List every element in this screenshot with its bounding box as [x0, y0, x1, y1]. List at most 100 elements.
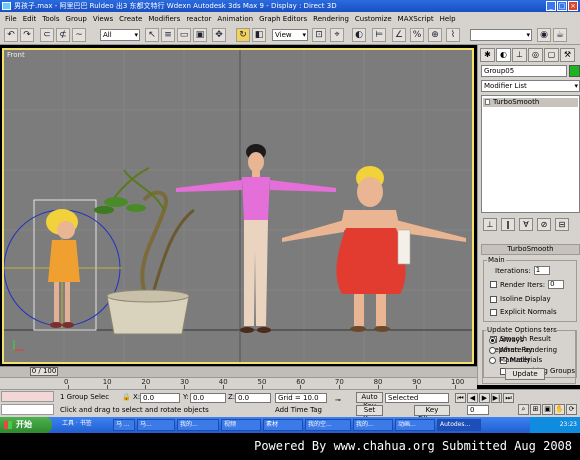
maxscript-listener-top[interactable]	[1, 391, 54, 402]
render-setup-icon[interactable]: ◉	[537, 28, 551, 42]
zoom-extents-icon[interactable]: ▣	[542, 404, 553, 415]
y-coordinate-field[interactable]: 0.0	[190, 393, 226, 403]
menu-views[interactable]: Views	[90, 15, 116, 23]
manually-radio[interactable]	[489, 356, 496, 364]
pivot-center-icon[interactable]: ⊡	[312, 28, 326, 42]
snaps-toggle-icon[interactable]: ∠	[392, 28, 406, 42]
modify-tab-icon[interactable]: ◐	[496, 48, 511, 62]
taskbar-item-4[interactable]: 视频	[221, 419, 261, 431]
taskbar-item-2[interactable]: 马...	[137, 419, 175, 431]
menu-reactor[interactable]: reactor	[183, 15, 214, 23]
pin-stack-icon[interactable]: ⊥	[483, 218, 497, 231]
stack-item-turbosmooth[interactable]: TurboSmooth	[483, 98, 578, 107]
create-tab-icon[interactable]: ✱	[480, 48, 495, 62]
modifier-on-icon[interactable]	[485, 99, 490, 105]
menu-maxscript[interactable]: MAXScript	[395, 15, 437, 23]
select-and-manipulate-icon[interactable]: ⌖	[330, 28, 344, 42]
motion-tab-icon[interactable]: ◎	[528, 48, 543, 62]
key-mode-dropdown[interactable]: Selected	[385, 393, 449, 403]
zoom-all-icon[interactable]: ⊞	[530, 404, 541, 415]
track-bar[interactable]	[0, 377, 477, 389]
menu-graph-editors[interactable]: Graph Editors	[256, 15, 310, 23]
select-by-name-icon[interactable]: ≡	[161, 28, 175, 42]
go-to-start-icon[interactable]: ⏮	[455, 393, 466, 403]
maximize-button[interactable]: □	[557, 1, 567, 11]
taskbar-item-6[interactable]: 我的空...	[305, 419, 351, 431]
modifier-list-dropdown[interactable]: Modifier List	[481, 80, 580, 92]
menu-help[interactable]: Help	[437, 15, 459, 23]
object-color-swatch[interactable]	[569, 65, 580, 77]
menu-edit[interactable]: Edit	[20, 15, 40, 23]
time-slider-thumb[interactable]: 0 / 100	[30, 367, 58, 376]
menu-animation[interactable]: Animation	[214, 15, 256, 23]
when-rendering-radio[interactable]	[489, 346, 496, 354]
start-button[interactable]: 开始	[0, 417, 52, 433]
always-radio[interactable]	[489, 336, 496, 344]
remove-modifier-icon[interactable]: ⊘	[537, 218, 551, 231]
current-frame-field[interactable]: 0	[467, 405, 489, 415]
clock[interactable]: 23:23	[560, 421, 577, 428]
set-key-button[interactable]: Set Key	[356, 405, 383, 423]
rectangular-selection-icon[interactable]: ▭	[177, 28, 191, 42]
hierarchy-tab-icon[interactable]: ⊥	[512, 48, 527, 62]
auto-key-button[interactable]: Auto Key	[356, 392, 383, 410]
explicit-normals-checkbox[interactable]	[490, 308, 497, 316]
taskbar-item-8[interactable]: 动画...	[395, 419, 435, 431]
render-iters-checkbox[interactable]	[490, 281, 497, 288]
arc-rotate-icon[interactable]: ⟳	[566, 404, 577, 415]
menu-create[interactable]: Create	[116, 15, 145, 23]
select-object-icon[interactable]: ↖	[145, 28, 159, 42]
align-icon[interactable]: ⊨	[372, 28, 386, 42]
select-and-move-icon[interactable]: ✥	[212, 28, 226, 42]
z-coordinate-field[interactable]: 0.0	[235, 393, 271, 403]
menu-modifiers[interactable]: Modifiers	[145, 15, 183, 23]
utilities-tab-icon[interactable]: ⚒	[560, 48, 575, 62]
menu-customize[interactable]: Customize	[352, 15, 395, 23]
zoom-icon[interactable]: ⌕	[518, 404, 529, 415]
link-icon[interactable]: ⊂	[40, 28, 54, 42]
angle-snap-icon[interactable]: %	[410, 28, 424, 42]
unlink-icon[interactable]: ⊄	[56, 28, 70, 42]
bind-space-warp-icon[interactable]: ~	[72, 28, 86, 42]
play-icon[interactable]: ▶	[479, 393, 490, 403]
toolbar-links[interactable]: 工具 · 书签	[60, 419, 110, 431]
display-tab-icon[interactable]: ▢	[544, 48, 559, 62]
time-slider-track[interactable]	[0, 366, 477, 377]
x-coordinate-field[interactable]: 0.0	[140, 393, 180, 403]
quick-render-icon[interactable]: ☕	[553, 28, 567, 42]
make-unique-icon[interactable]: ∀	[519, 218, 533, 231]
lock-selection-icon[interactable]: 🔒	[122, 393, 131, 401]
menu-rendering[interactable]: Rendering	[310, 15, 352, 23]
render-iters-spinner[interactable]: 0	[548, 280, 565, 289]
taskbar-item-3dsmax[interactable]: Autodes...	[437, 419, 481, 431]
taskbar-item-5[interactable]: 素材	[263, 419, 303, 431]
undo-icon[interactable]: ↶	[4, 28, 18, 42]
key-filters-button[interactable]: Key Filters...	[414, 405, 450, 423]
selection-filter-dropdown[interactable]: All	[100, 29, 140, 41]
object-name-field[interactable]: Group05	[481, 65, 567, 77]
isoline-display-checkbox[interactable]	[490, 295, 497, 303]
taskbar-item-3[interactable]: 我的...	[177, 419, 219, 431]
reference-coordinate-dropdown[interactable]: View	[272, 29, 308, 41]
named-selection-dropdown[interactable]	[470, 29, 532, 41]
update-button[interactable]: Update	[505, 368, 545, 380]
pan-icon[interactable]: ✋	[554, 404, 565, 415]
select-and-rotate-icon[interactable]: ↻	[236, 28, 250, 42]
previous-frame-icon[interactable]: ◀	[467, 393, 478, 403]
iterations-spinner[interactable]: 1	[533, 266, 550, 275]
menu-tools[interactable]: Tools	[39, 15, 62, 23]
show-end-result-icon[interactable]: ‖	[501, 218, 515, 231]
menu-group[interactable]: Group	[63, 15, 90, 23]
next-frame-icon[interactable]: ▶|	[491, 393, 502, 403]
menu-file[interactable]: File	[2, 15, 20, 23]
go-to-end-icon[interactable]: ⏭	[503, 393, 514, 403]
mirror-icon[interactable]: ◐	[352, 28, 366, 42]
add-time-tag-button[interactable]: Add Time Tag	[275, 406, 322, 414]
select-and-scale-icon[interactable]: ◧	[252, 28, 266, 42]
window-crossing-icon[interactable]: ▣	[193, 28, 207, 42]
viewport-front[interactable]: Front	[2, 48, 474, 364]
taskbar-item-1[interactable]: 马 ...	[113, 419, 135, 431]
maxscript-listener-bottom[interactable]	[1, 404, 54, 415]
redo-icon[interactable]: ↷	[20, 28, 34, 42]
taskbar-item-7[interactable]: 我的...	[353, 419, 393, 431]
